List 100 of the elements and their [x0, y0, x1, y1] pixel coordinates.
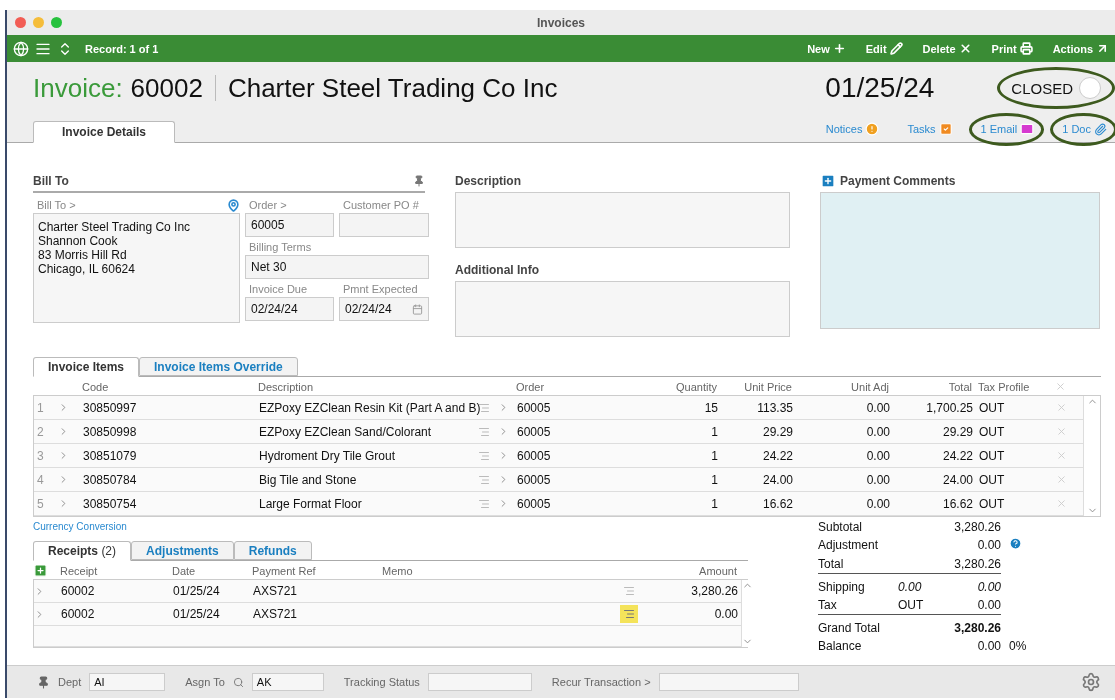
input-field[interactable]: 60005 [245, 213, 334, 237]
description-field[interactable] [455, 192, 790, 248]
table-cell-text: 0.00 [865, 496, 891, 511]
input-field[interactable] [339, 213, 429, 237]
search-icon[interactable] [232, 676, 244, 688]
toolbar-button[interactable]: Actions [1038, 42, 1109, 55]
table-cell-text: 16.62 [761, 496, 794, 511]
total-label: Tax [818, 597, 884, 615]
field-label: Invoice Due [248, 282, 309, 297]
x-icon[interactable] [1056, 498, 1067, 509]
table-cell-text: 60005 [516, 424, 552, 439]
total-value: 3,280.26 [938, 556, 1001, 574]
x-icon[interactable] [1056, 402, 1067, 413]
note-icon[interactable] [478, 401, 490, 414]
table-cell-text: AXS721 [252, 584, 299, 598]
table-cell-text: 01/25/24 [172, 584, 221, 598]
help-icon[interactable] [1009, 537, 1022, 550]
status-label: CLOSED [1011, 79, 1073, 97]
input-field[interactable]: Net 30 [245, 255, 429, 279]
total-value: 0.00 [976, 537, 1001, 554]
table-cell-text: 60002 [60, 584, 96, 598]
header-link[interactable]: Notices [825, 122, 880, 136]
tab[interactable]: Adjustments [131, 541, 234, 560]
tab[interactable]: Invoice Details [33, 121, 176, 143]
toolbar-button[interactable]: Delete [908, 42, 972, 55]
address-line: 83 Morris Hill Rd [38, 248, 128, 262]
add-icon[interactable] [820, 173, 836, 189]
field-label: Pmnt Expected [342, 282, 419, 297]
table-cell-text: 24.22 [761, 448, 794, 463]
customer-name: Charter Steel Trading Co Inc [227, 72, 558, 104]
table-cell-text: 1 [710, 424, 719, 439]
table-cell-text: 60005 [516, 448, 552, 463]
toolbar-button[interactable]: New [793, 42, 846, 55]
table-cell-text: EZPoxy EZClean Sand/Colorant [258, 424, 433, 439]
calendar-icon[interactable] [412, 303, 423, 315]
pin-icon[interactable] [413, 175, 425, 187]
table-cell-text: 30850997 [82, 400, 138, 415]
tab[interactable]: Receipts (2) [33, 541, 132, 561]
input-field[interactable]: AI [89, 673, 166, 691]
address-line: Shannon Cook [38, 234, 119, 248]
input-field[interactable]: 02/24/24 [245, 297, 334, 321]
address-field[interactable]: Charter Steel Trading Co Inc Shannon Cook 83 Morris Hill Rd Chicago, IL 60624 [33, 213, 240, 323]
balance-percent: 0% [1009, 639, 1027, 653]
table-cell-text: 0.00 [713, 607, 739, 621]
table-cell-text: OUT [978, 472, 1006, 487]
section-title: Additional Info [455, 263, 539, 277]
tab[interactable]: Refunds [233, 541, 312, 560]
input-field[interactable]: AK [251, 673, 324, 691]
table-cell-text: 01/25/24 [172, 607, 221, 621]
table-cell-text: 0.00 [865, 424, 891, 439]
section-title: Description [455, 174, 521, 188]
x-icon[interactable] [1056, 450, 1067, 461]
total-value: 3,280.26 [953, 620, 1001, 637]
table-cell-text: EZPoxy EZClean Resin Kit (Part A and B) [258, 400, 478, 415]
table-cell-text: AXS721 [252, 607, 299, 621]
note-icon[interactable] [620, 605, 638, 623]
header-link[interactable]: Tasks [907, 122, 953, 136]
column-header: Payment Ref [251, 564, 317, 579]
toolbar-button[interactable]: Edit [851, 42, 903, 55]
table-cell-text: 1 [710, 472, 719, 487]
tab[interactable]: Invoice Items [33, 357, 140, 377]
field-label: Recur Transaction > [551, 676, 651, 688]
additional-info-field[interactable] [455, 281, 790, 337]
address-line: Chicago, IL 60624 [38, 262, 136, 276]
minimize-button[interactable] [33, 17, 44, 28]
column-header: Tax Profile [977, 380, 1031, 395]
table-cell-text: 29.29 [941, 424, 974, 439]
table-cell-text: 60002 [60, 607, 96, 621]
x-icon[interactable] [1056, 474, 1067, 485]
x-icon[interactable] [1056, 426, 1067, 437]
column-header: Memo [381, 564, 414, 579]
total-label: Total [818, 556, 884, 574]
x-icon[interactable] [1055, 380, 1066, 392]
payment-comments-field[interactable] [820, 192, 1100, 329]
close-button[interactable] [15, 17, 26, 28]
status-toggle[interactable] [1079, 77, 1101, 99]
header-link[interactable]: 1 Email [980, 122, 1035, 136]
globe-icon[interactable] [13, 40, 29, 57]
total-cell-text: 0.00 [897, 579, 923, 596]
tab[interactable]: Invoice Items Override [139, 357, 298, 376]
add-icon[interactable] [33, 562, 48, 578]
zoom-button[interactable] [51, 17, 62, 28]
invoice-date: 01/25/24 [825, 72, 936, 104]
header-link[interactable]: 1 Doc [1062, 122, 1107, 136]
field-label: Customer PO # [342, 198, 420, 213]
input-field[interactable]: 02/24/24 [339, 297, 429, 321]
input-field[interactable] [427, 673, 532, 691]
column-header: Code [81, 380, 110, 395]
settings-icon[interactable] [1081, 672, 1101, 692]
section-title: Bill To [33, 174, 69, 188]
table-cell-text: 113.35 [756, 400, 794, 415]
pin-icon[interactable] [37, 675, 50, 689]
paperclip-icon [1094, 122, 1107, 136]
location-pin-icon[interactable] [227, 198, 240, 212]
currency-conversion-link[interactable]: Currency Conversion [33, 521, 127, 532]
table-cell-text: 60005 [516, 472, 552, 487]
toolbar-button[interactable]: Print [977, 42, 1033, 55]
column-header: Total [947, 380, 973, 395]
printer-icon [1019, 42, 1033, 55]
input-field[interactable] [658, 673, 799, 691]
